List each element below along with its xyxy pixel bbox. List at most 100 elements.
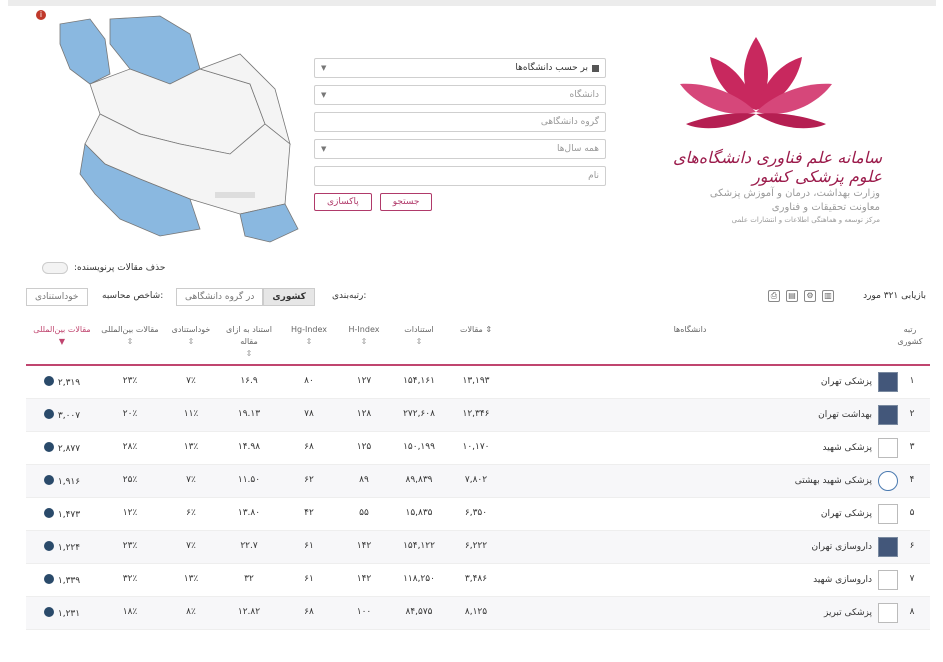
table-row[interactable]: ۷ داروسازی شهید ۳,۴۸۶ ۱۱۸,۲۵۰ ۱۴۲ ۶۱ ۳۲ ۱۳٪ ۳۲٪ ۱… — [26, 564, 930, 597]
col-citations[interactable]: استنادات ⇕ — [394, 324, 444, 348]
intl-articles-cell: ۱۲٪ — [122, 508, 138, 518]
year-select[interactable]: همه سال‌ها ▼ — [314, 139, 606, 159]
self-citation-cell: ۷٪ — [186, 376, 196, 386]
document-icon[interactable]: ▤ — [786, 290, 798, 302]
col-intl-label: مقالات بین‌المللی — [101, 325, 159, 334]
info-icon[interactable]: i — [36, 10, 46, 20]
type-select[interactable]: بر حسب دانشگاه‌ها ▼ — [314, 58, 606, 78]
cite-per-article-cell: ۱۶.۹ — [240, 376, 258, 386]
globe-icon[interactable] — [43, 409, 54, 419]
university-name[interactable]: داروسازی تهران — [812, 542, 872, 552]
iran-map[interactable] — [50, 14, 300, 244]
hg-index-cell: ۶۸ — [304, 442, 314, 452]
intl-articles-cell: ۲۳٪ — [122, 541, 138, 551]
intl-articles-2-cell: ۱,۹۱۶ — [30, 475, 94, 487]
author-toggle[interactable] — [42, 262, 68, 274]
toggle-label: حذف مقالات پرنویسنده: — [74, 263, 166, 273]
intl-articles-2-value: ۱,۲۲۴ — [57, 543, 81, 553]
chart-icon[interactable]: ▥ — [822, 290, 834, 302]
rank-cell: ۵ — [909, 508, 915, 518]
table-row[interactable]: ۳ پزشکی شهید ۱۰,۱۷۰ ۱۵۰,۱۹۹ ۱۲۵ ۶۸ ۱۴.۹۸ ۱۳٪ ۲۸٪… — [26, 432, 930, 465]
table-row[interactable]: ۸ پزشکی تبریز ۸,۱۲۵ ۸۴,۵۷۵ ۱۰۰ ۶۸ ۱۲.۸۲ ۸٪ ۱۸٪ ۱,… — [26, 597, 930, 630]
rank-label: رتبه‌بندی: — [332, 291, 367, 301]
hg-index-cell: ۶۱ — [304, 574, 314, 584]
cite-per-article-cell: ۱۴.۹۸ — [237, 442, 261, 452]
col-hg-label: Hg-Index — [290, 325, 327, 334]
table-row[interactable]: ۲ بهداشت تهران ۱۲,۳۴۶ ۲۷۲,۶۰۸ ۱۲۸ ۷۸ ۱۹.۱۳ ۱۱٪ ۲… — [26, 399, 930, 432]
self-citation-cell: ۱۱٪ — [183, 409, 199, 419]
search-button[interactable]: جستجو — [379, 193, 433, 211]
intl-articles-cell: ۲۰٪ — [122, 409, 138, 419]
name-input[interactable]: نام — [314, 166, 606, 186]
university-name[interactable]: پزشکی تبریز — [824, 608, 872, 618]
university-cell[interactable]: پزشکی تهران — [821, 504, 898, 524]
university-cell[interactable]: پزشکی شهید — [823, 438, 898, 458]
col-rank[interactable]: رتبه کشوری — [894, 324, 926, 348]
rank-cell: ۲ — [909, 409, 915, 419]
h-index-cell: ۵۵ — [359, 508, 369, 518]
university-name[interactable]: بهداشت تهران — [818, 410, 872, 420]
university-cell[interactable]: بهداشت تهران — [818, 405, 898, 425]
university-name[interactable]: داروسازی شهید — [813, 575, 872, 585]
table-row[interactable]: ۴ پزشکی شهید بهشتی ۷,۸۰۲ ۸۹,۸۳۹ ۸۹ ۶۲ ۱۱.۵۰ ۷٪ ۲… — [26, 465, 930, 498]
university-name[interactable]: پزشکی تهران — [821, 509, 872, 519]
calc-select[interactable]: خوداستنادی — [26, 288, 88, 306]
col-self-citation[interactable]: خوداستنادی ⇕ — [166, 324, 216, 348]
col-articles-label: مقالات — [459, 325, 483, 334]
table-row[interactable]: ۵ پزشکی تهران ۶,۳۵۰ ۱۵,۸۳۵ ۵۵ ۴۲ ۱۳.۸۰ ۶٪ ۱۲٪ ۱,۴… — [26, 498, 930, 531]
rank-segment: در گروه دانشگاهی کشوری — [176, 288, 315, 306]
col-intl-articles[interactable]: مقالات بین‌المللی ⇕ — [100, 324, 160, 348]
rank-national-option[interactable]: کشوری — [263, 288, 315, 306]
globe-icon[interactable] — [43, 475, 54, 485]
globe-icon[interactable] — [43, 574, 54, 584]
citations-cell: ۱۵,۸۳۵ — [405, 508, 433, 518]
intl-articles-2-cell: ۱,۲۲۴ — [30, 541, 94, 553]
col-hg-index[interactable]: Hg-Index ⇕ — [284, 324, 334, 348]
articles-cell: ۸,۱۲۵ — [464, 607, 488, 617]
articles-cell: ۳,۴۸۶ — [464, 574, 488, 584]
university-name[interactable]: پزشکی تهران — [821, 377, 872, 387]
university-name[interactable]: پزشکی شهید — [823, 443, 872, 453]
globe-icon[interactable] — [43, 442, 54, 452]
university-cell[interactable]: پزشکی شهید بهشتی — [795, 471, 898, 491]
intl-articles-2-value: ۱,۹۱۶ — [57, 477, 81, 487]
map-region-northwest[interactable] — [59, 18, 111, 85]
rank-group-option[interactable]: در گروه دانشگاهی — [176, 288, 264, 306]
cite-per-article-cell: ۱۲.۸۲ — [237, 607, 261, 617]
group-input[interactable]: گروه دانشگاهی — [314, 112, 606, 132]
intl-articles-cell: ۳۲٪ — [122, 574, 138, 584]
print-icon[interactable]: ⎙ — [768, 290, 780, 302]
self-citation-cell: ۶٪ — [186, 508, 196, 518]
intl-articles-cell: ۲۸٪ — [122, 442, 138, 452]
university-select[interactable]: دانشگاه ▼ — [314, 85, 606, 105]
globe-icon[interactable] — [43, 376, 54, 386]
col-cite-per-article[interactable]: استناد به ازای مقاله ⇕ — [218, 324, 280, 360]
sort-icon: ⇕ — [187, 337, 195, 346]
university-cell[interactable]: داروسازی تهران — [812, 537, 898, 557]
intl-articles-2-cell: ۱,۲۳۱ — [30, 607, 94, 619]
intl-articles-2-value: ۲,۳۱۹ — [57, 378, 81, 388]
settings-icon[interactable]: ⚙ — [804, 290, 816, 302]
university-cell[interactable]: داروسازی شهید — [813, 570, 898, 590]
col-articles[interactable]: مقالات ⇕ — [451, 324, 501, 336]
col-university: دانشگاه‌ها — [650, 324, 730, 336]
self-citation-cell: ۸٪ — [186, 607, 196, 617]
university-name[interactable]: پزشکی شهید بهشتی — [795, 476, 872, 486]
university-emblem-icon — [878, 372, 898, 392]
university-cell[interactable]: پزشکی تبریز — [824, 603, 898, 623]
articles-cell: ۱۳,۱۹۳ — [462, 376, 490, 386]
university-cell[interactable]: پزشکی تهران — [821, 372, 898, 392]
chevron-down-icon: ▼ — [321, 64, 327, 72]
col-h-index[interactable]: H-Index ⇕ — [339, 324, 389, 348]
intl-articles-2-cell: ۱,۳۳۹ — [30, 574, 94, 586]
col-intl2-label: مقالات بین‌المللی — [33, 325, 91, 334]
table-row[interactable]: ۱ پزشکی تهران ۱۳,۱۹۳ ۱۵۴,۱۶۱ ۱۲۷ ۸۰ ۱۶.۹ ۷٪ ۲۳٪ ۲… — [26, 366, 930, 399]
globe-icon[interactable] — [43, 508, 54, 518]
intl-articles-2-value: ۱,۲۳۱ — [57, 609, 81, 619]
clear-button[interactable]: پاکسازی — [314, 193, 372, 211]
globe-icon[interactable] — [43, 541, 54, 551]
globe-icon[interactable] — [43, 607, 54, 617]
table-row[interactable]: ۶ داروسازی تهران ۶,۲۲۲ ۱۵۴,۱۲۲ ۱۴۲ ۶۱ ۲۲.۷ ۷٪ ۲۳… — [26, 531, 930, 564]
logo-text: سامانه علم فناوری دانشگاه‌های علوم پزشکی… — [672, 148, 882, 186]
col-intl-articles-2[interactable]: مقالات بین‌المللی ▼ — [30, 324, 94, 348]
